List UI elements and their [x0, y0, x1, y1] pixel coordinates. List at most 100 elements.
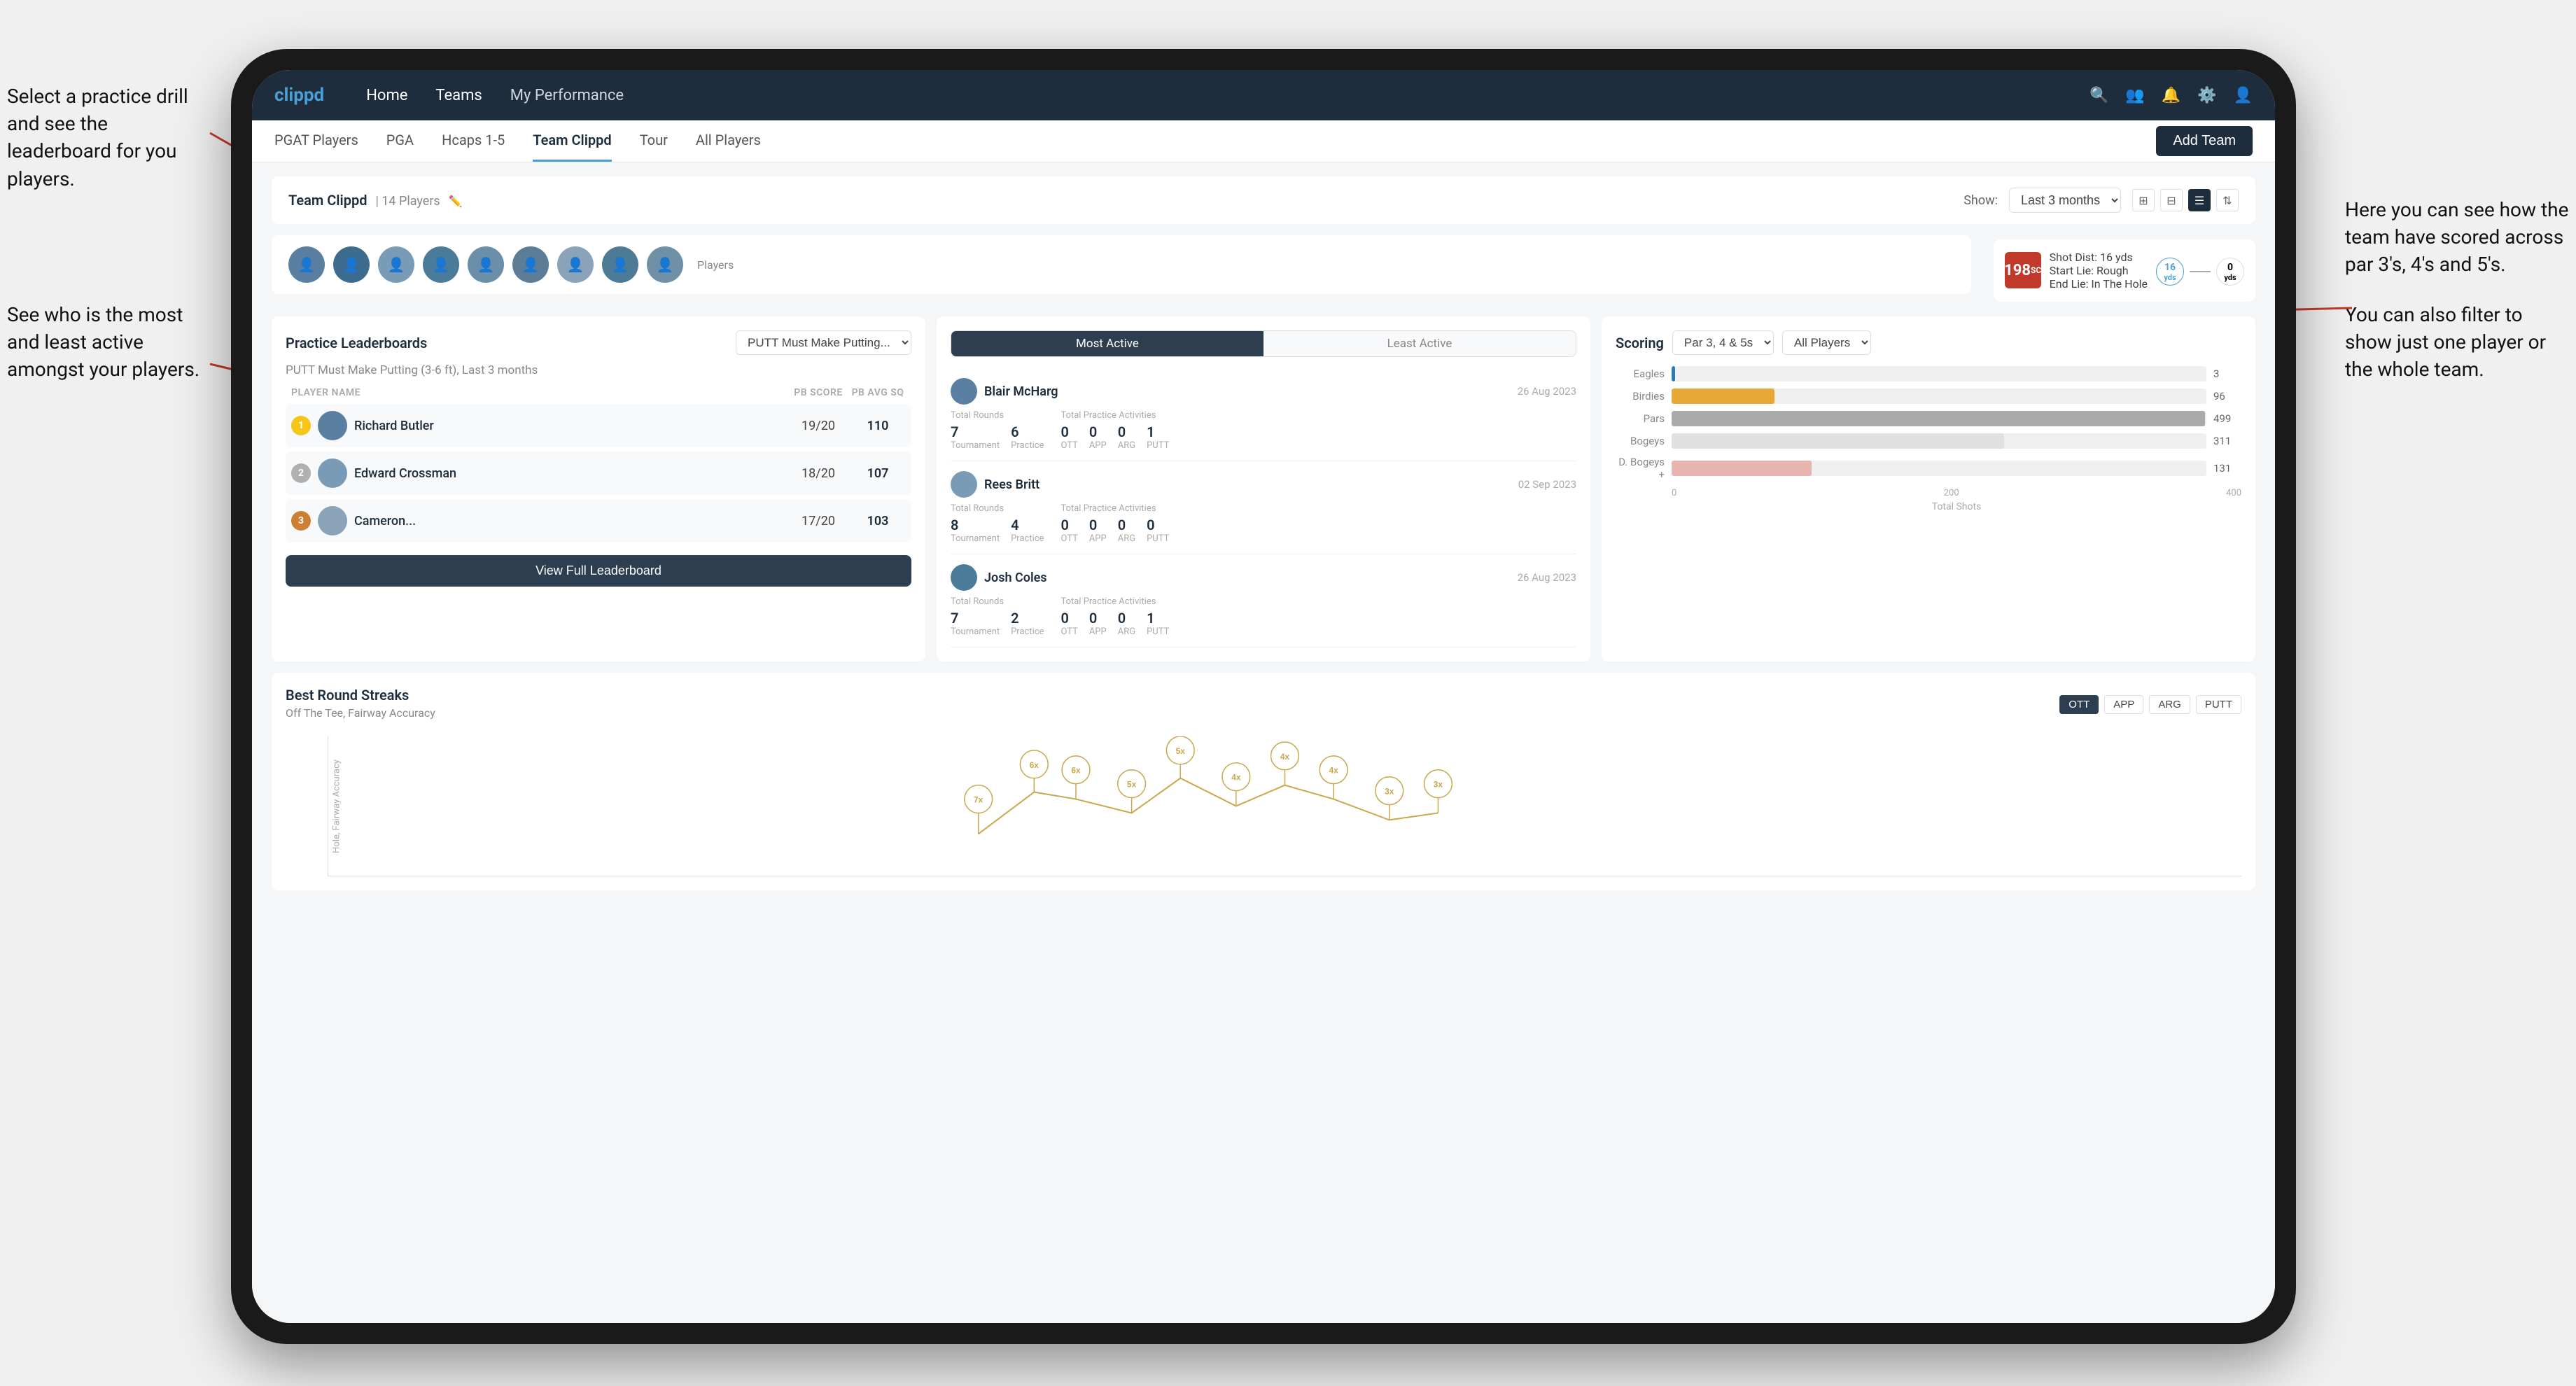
chart-x-label: Total Shots [1616, 501, 2241, 512]
pa-practice-3: 2 [1011, 610, 1044, 626]
shot-card: 198 SC Shot Dist: 16 yds Start Lie: Roug… [1994, 239, 2255, 302]
scoring-title: Scoring [1616, 335, 1664, 351]
bar-birdies: Birdies 96 [1616, 388, 2241, 404]
svg-text:6x: 6x [1071, 766, 1081, 776]
player-avatar-3[interactable]: 👤 [378, 246, 414, 283]
subnav-tour[interactable]: Tour [640, 120, 668, 162]
show-timeframe-select[interactable]: Last 3 months Last 6 months Last year [2009, 188, 2121, 213]
tablet-frame: clippd Home Teams My Performance 🔍 👥 🔔 ⚙… [231, 49, 2296, 1344]
col-avg: PB AVG SQ [850, 387, 906, 398]
nav-my-performance[interactable]: My Performance [510, 87, 624, 104]
lb-avg-2: 107 [850, 466, 906, 481]
lb-name-3: Cameron... [354, 514, 787, 528]
team-title-group: Team Clippd | 14 Players ✏️ [288, 192, 463, 209]
streak-chart-area: Hole, Fairway Accuracy 7x [328, 736, 2241, 876]
streak-btn-app[interactable]: APP [2104, 695, 2143, 714]
view-list[interactable]: ☰ [2188, 189, 2211, 211]
player-avatar-6[interactable]: 👤 [512, 246, 549, 283]
pa-total-rounds-1: Total Rounds 7 Tournament 6 Practice [951, 410, 1044, 451]
lb-rank-1: 1 [291, 416, 311, 435]
yds-to-box: 0 yds [2216, 258, 2244, 286]
view-grid-small[interactable]: ⊞ [2132, 189, 2155, 211]
player-avatar-2[interactable]: 👤 [333, 246, 370, 283]
streak-btn-arg[interactable]: ARG [2149, 695, 2190, 714]
lb-rank-3: 3 [291, 511, 311, 531]
view-full-leaderboard-button[interactable]: View Full Leaderboard [286, 555, 911, 587]
player-avatar-5[interactable]: 👤 [468, 246, 504, 283]
pa-tournament-1: 7 [951, 424, 1000, 440]
view-icons-group: ⊞ ⊟ ☰ ⇅ [2132, 189, 2239, 211]
par-filter-select[interactable]: Par 3, 4 & 5s Par 3s Par 4s Par 5s [1672, 330, 1774, 355]
activity-tabs: Most Active Least Active [951, 330, 1576, 357]
best-round-streaks-card: Best Round Streaks Off The Tee, Fairway … [272, 673, 2255, 890]
pa-practice-1: 6 [1011, 424, 1044, 440]
pa-avatar-2 [951, 471, 977, 498]
subnav-team-clippd[interactable]: Team Clippd [533, 120, 611, 162]
pa-stats-3: Total Rounds 7 Tournament 2 Practice [951, 596, 1576, 637]
lb-rank-2: 2 [291, 463, 311, 483]
player-avatar-8[interactable]: 👤 [602, 246, 638, 283]
subnav-pga[interactable]: PGA [386, 120, 414, 162]
svg-text:5x: 5x [1176, 746, 1186, 756]
players-shot-row: 👤 👤 👤 👤 👤 👤 👤 👤 👤 Players 198 SC [272, 235, 2255, 305]
svg-text:3x: 3x [1385, 787, 1394, 797]
search-icon[interactable]: 🔍 [2090, 87, 2108, 104]
lb-name-2: Edward Crossman [354, 466, 787, 481]
settings-icon[interactable]: ⚙️ [2197, 87, 2216, 104]
chart-x-axis: 0 200 400 [1616, 488, 2241, 498]
player-filter-select[interactable]: All Players [1782, 330, 1871, 355]
leaderboard-header: Practice Leaderboards PUTT Must Make Put… [286, 330, 911, 355]
user-avatar-icon[interactable]: 👤 [2234, 87, 2253, 104]
scoring-bar-chart: Eagles 3 Birdies 96 [1616, 366, 2241, 481]
pa-avatar-3 [951, 564, 977, 591]
shot-start-lie: Start Lie: Rough [2050, 264, 2148, 277]
lb-avatar-1 [318, 411, 347, 440]
pa-name-3: Josh Coles [984, 570, 1518, 585]
nav-home[interactable]: Home [366, 87, 407, 104]
scoring-card: Scoring Par 3, 4 & 5s Par 3s Par 4s Par … [1602, 316, 2255, 662]
svg-text:4x: 4x [1280, 752, 1290, 762]
player-avatar-4[interactable]: 👤 [423, 246, 459, 283]
pa-date-1: 26 Aug 2023 [1518, 385, 1576, 398]
pa-name-2: Rees Britt [984, 477, 1518, 492]
pa-tournament-3: 7 [951, 610, 1000, 626]
lb-avatar-3 [318, 506, 347, 536]
tablet-screen: clippd Home Teams My Performance 🔍 👥 🔔 ⚙… [252, 70, 2275, 1323]
col-player-name: PLAYER NAME [291, 387, 787, 398]
app-logo: clippd [274, 85, 324, 106]
streak-btn-ott[interactable]: OTT [2059, 695, 2099, 714]
player-avatar-1[interactable]: 👤 [288, 246, 325, 283]
subnav-pgat[interactable]: PGAT Players [274, 120, 358, 162]
pa-name-1: Blair McHarg [984, 384, 1518, 399]
bell-icon[interactable]: 🔔 [2162, 87, 2180, 104]
nav-teams[interactable]: Teams [435, 87, 482, 104]
pa-header-1: Blair McHarg 26 Aug 2023 [951, 378, 1576, 405]
middle-row: Practice Leaderboards PUTT Must Make Put… [272, 316, 2255, 662]
streak-filter-buttons: OTT APP ARG PUTT [2059, 695, 2241, 714]
view-filter[interactable]: ⇅ [2216, 189, 2239, 211]
col-score: PB SCORE [787, 387, 850, 398]
pa-date-3: 26 Aug 2023 [1518, 571, 1576, 584]
leaderboard-title: Practice Leaderboards [286, 335, 427, 351]
view-grid-large[interactable]: ⊟ [2160, 189, 2183, 211]
svg-text:6x: 6x [1030, 760, 1040, 770]
subnav-hcaps[interactable]: Hcaps 1-5 [442, 120, 505, 162]
tab-most-active[interactable]: Most Active [951, 331, 1264, 356]
tab-least-active[interactable]: Least Active [1264, 331, 1576, 356]
player-avatar-9[interactable]: 👤 [647, 246, 683, 283]
subnav-all-players[interactable]: All Players [696, 120, 761, 162]
people-icon[interactable]: 👥 [2125, 87, 2144, 104]
add-team-button[interactable]: Add Team [2156, 126, 2253, 156]
edit-team-icon[interactable]: ✏️ [449, 195, 463, 208]
players-avatars-card: 👤 👤 👤 👤 👤 👤 👤 👤 👤 Players [272, 235, 1971, 294]
lb-row-3: 3 Cameron... 17/20 103 [286, 499, 911, 542]
svg-text:5x: 5x [1127, 780, 1137, 790]
player-avatar-7[interactable]: 👤 [557, 246, 594, 283]
lb-avg-1: 110 [850, 419, 906, 433]
annotation-top-left: Select a practice drill and see the lead… [7, 83, 203, 192]
svg-text:4x: 4x [1231, 773, 1241, 783]
annotation-top-right: Here you can see how the team have score… [2345, 196, 2569, 279]
leaderboard-card: Practice Leaderboards PUTT Must Make Put… [272, 316, 925, 662]
drill-select[interactable]: PUTT Must Make Putting... [736, 330, 911, 355]
streak-btn-putt[interactable]: PUTT [2196, 695, 2241, 714]
